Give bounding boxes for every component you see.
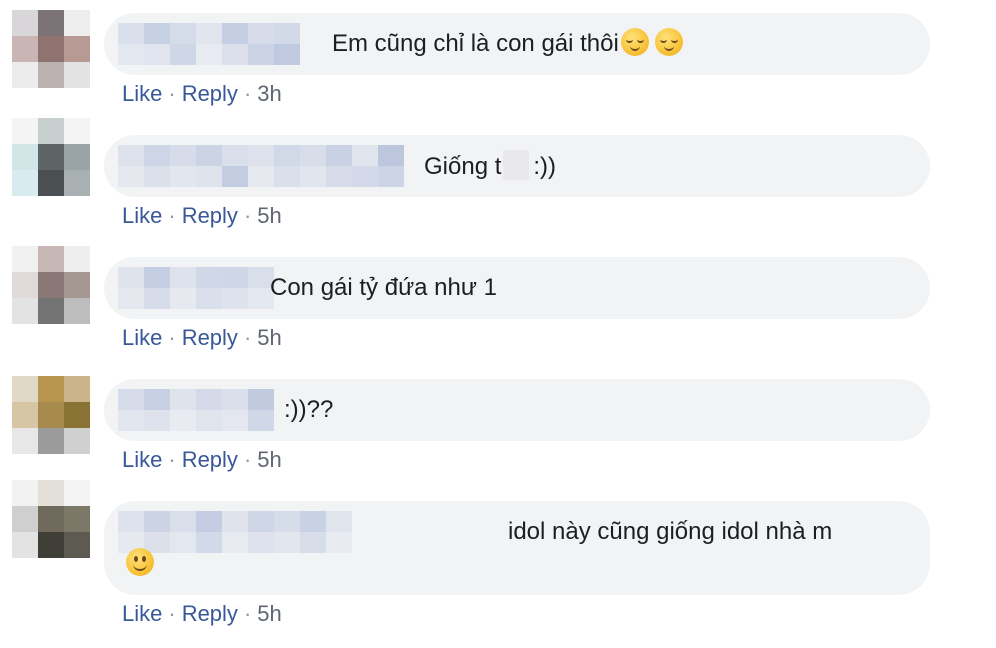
commenter-name-redacted[interactable] (118, 145, 404, 187)
comment-timestamp[interactable]: 5h (257, 447, 281, 472)
reply-link[interactable]: Reply (182, 325, 238, 350)
comment-actions: Like · Reply · 5h (122, 601, 282, 627)
comment-actions: Like · Reply · 3h (122, 81, 282, 107)
avatar[interactable] (12, 376, 90, 454)
comment-message: :))?? (284, 396, 334, 423)
comment-message: Em cũng chỉ là con gái thôi (332, 30, 619, 57)
commenter-name-redacted[interactable] (118, 267, 274, 309)
comment-message-start: Giống t (424, 153, 502, 180)
comment-timestamp[interactable]: 5h (257, 325, 281, 350)
comment-text: Con gái tỷ đứa như 1 (270, 272, 497, 304)
separator-dot: · (243, 203, 252, 228)
comment-bubble: Em cũng chỉ là con gái thôi (104, 13, 930, 75)
comment-text-line-2 (124, 548, 154, 580)
comment-timestamp[interactable]: 5h (257, 203, 281, 228)
like-link[interactable]: Like (122, 325, 162, 350)
reply-link[interactable]: Reply (182, 81, 238, 106)
separator-dot: · (243, 447, 252, 472)
reply-link[interactable]: Reply (182, 203, 238, 228)
like-link[interactable]: Like (122, 447, 162, 472)
comment-timestamp[interactable]: 5h (257, 601, 281, 626)
separator-dot: · (243, 601, 252, 626)
commenter-name-redacted[interactable] (118, 511, 352, 553)
avatar[interactable] (12, 480, 90, 558)
separator-dot: · (168, 447, 176, 472)
comment-message: Con gái tỷ đứa như 1 (270, 274, 497, 301)
separator-dot: · (168, 203, 176, 228)
separator-dot: · (243, 325, 252, 350)
separator-dot: · (168, 81, 176, 106)
slightly-smiling-face-icon (126, 548, 154, 576)
separator-dot: · (168, 601, 176, 626)
comment-text: Em cũng chỉ là con gái thôi (332, 28, 683, 60)
separator-dot: · (243, 81, 252, 106)
reply-link[interactable]: Reply (182, 447, 238, 472)
comment-actions: Like · Reply · 5h (122, 447, 282, 473)
redacted-word (503, 150, 530, 180)
like-link[interactable]: Like (122, 81, 162, 106)
relieved-face-icon (620, 28, 649, 56)
comment-message: idol này cũng giống idol nhà m (508, 518, 833, 545)
comment-timestamp[interactable]: 3h (257, 81, 281, 106)
avatar[interactable] (12, 118, 90, 196)
comment-bubble: Con gái tỷ đứa như 1 (104, 257, 930, 319)
reply-link[interactable]: Reply (182, 601, 238, 626)
avatar[interactable] (12, 10, 90, 88)
separator-dot: · (168, 325, 176, 350)
commenter-name-redacted[interactable] (118, 23, 300, 65)
comment-text: idol này cũng giống idol nhà m (508, 516, 832, 548)
like-link[interactable]: Like (122, 601, 162, 626)
comment-actions: Like · Reply · 5h (122, 325, 282, 351)
relieved-face-icon (654, 28, 683, 56)
comment-actions: Like · Reply · 5h (122, 203, 282, 229)
comment-bubble: :))?? (104, 379, 930, 441)
avatar[interactable] (12, 246, 90, 324)
comment-text: :))?? (284, 394, 333, 426)
comment-message-end: :)) (533, 153, 557, 180)
commenter-name-redacted[interactable] (118, 389, 274, 431)
comment-bubble: Giống t:)) (104, 135, 930, 197)
like-link[interactable]: Like (122, 203, 162, 228)
comment-bubble: idol này cũng giống idol nhà m (104, 501, 930, 595)
comment-text: Giống t:)) (424, 150, 556, 183)
